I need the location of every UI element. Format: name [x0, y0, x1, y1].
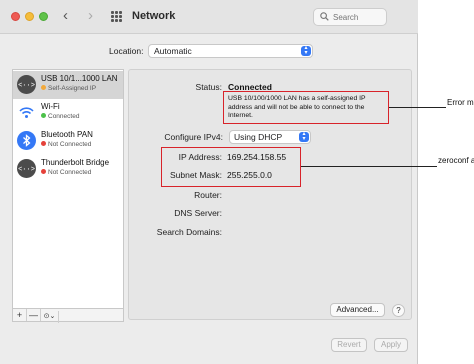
zeroconf-callout-line	[301, 166, 437, 167]
status-dot-icon	[41, 169, 46, 174]
error-callout-line	[389, 107, 446, 108]
select-stepper-icon: ▴ ▾	[299, 131, 309, 142]
service-name: USB 10/1...1000 LAN	[41, 74, 118, 83]
error-message-highlight	[223, 91, 389, 124]
help-button[interactable]: ?	[392, 304, 405, 317]
add-service-button[interactable]: +	[13, 309, 27, 321]
remove-service-button[interactable]: —	[27, 309, 41, 321]
search-input[interactable]	[333, 11, 385, 23]
zeroconf-callout-label: zeroconf address	[438, 156, 474, 165]
service-list[interactable]: <··> USB 10/1...1000 LAN Self-Assigned I…	[12, 69, 124, 320]
service-status: Not Connected	[41, 169, 91, 176]
toolbar: ‹ › Network	[0, 0, 418, 34]
router-label: Router:	[194, 190, 222, 200]
status-label: Status:	[195, 82, 222, 92]
configure-ipv4-select[interactable]: Using DHCP ▴ ▾	[229, 130, 311, 144]
service-item-usb-lan[interactable]: <··> USB 10/1...1000 LAN Self-Assigned I…	[13, 71, 123, 99]
back-arrow-icon[interactable]: ‹	[63, 8, 68, 24]
search-domains-label: Search Domains:	[156, 227, 222, 237]
location-value: Automatic	[154, 46, 192, 56]
window-title: Network	[132, 10, 176, 22]
svg-text:<··>: <··>	[18, 166, 35, 174]
wifi-icon	[17, 103, 36, 122]
service-name: Thunderbolt Bridge	[41, 158, 110, 167]
service-status: Not Connected	[41, 141, 91, 148]
service-name: Bluetooth PAN	[41, 130, 93, 139]
apply-button[interactable]: Apply	[374, 338, 408, 352]
location-select[interactable]: Automatic ▴ ▾	[148, 44, 313, 58]
service-item-thunderbolt-bridge[interactable]: <··> Thunderbolt Bridge Not Connected	[13, 155, 123, 183]
configure-ipv4-value: Using DHCP	[234, 132, 283, 142]
dns-server-label: DNS Server:	[174, 208, 222, 218]
service-name: Wi-Fi	[41, 102, 60, 111]
ethernet-icon: <··>	[17, 159, 36, 178]
zeroconf-address-highlight	[161, 147, 301, 187]
service-status: Self-Assigned IP	[41, 85, 96, 92]
minimize-window-button[interactable]	[25, 12, 34, 21]
bluetooth-icon	[17, 131, 36, 150]
close-window-button[interactable]	[11, 12, 20, 21]
service-item-bluetooth-pan[interactable]: Bluetooth PAN Not Connected	[13, 127, 123, 155]
location-label: Location:	[109, 46, 144, 56]
show-all-grid-icon[interactable]	[111, 11, 122, 22]
select-stepper-icon: ▴ ▾	[301, 45, 311, 56]
status-dot-icon	[41, 85, 46, 90]
svg-text:<··>: <··>	[18, 82, 35, 90]
error-callout-label: Error message	[447, 98, 474, 107]
service-item-wifi[interactable]: Wi-Fi Connected	[13, 99, 123, 127]
configure-ipv4-label: Configure IPv4:	[164, 132, 223, 142]
ethernet-icon: <··>	[17, 75, 36, 94]
status-dot-icon	[41, 113, 46, 118]
service-list-controls: + — ⊙⌄	[12, 308, 124, 323]
revert-button[interactable]: Revert	[331, 338, 367, 352]
zoom-window-button[interactable]	[39, 12, 48, 21]
advanced-button[interactable]: Advanced...	[330, 303, 385, 317]
search-field[interactable]	[313, 8, 387, 26]
search-icon	[320, 12, 329, 21]
service-status: Connected	[41, 113, 79, 120]
status-dot-icon	[41, 141, 46, 146]
action-menu-button[interactable]: ⊙⌄	[41, 311, 59, 323]
forward-arrow-icon[interactable]: ›	[88, 8, 93, 24]
